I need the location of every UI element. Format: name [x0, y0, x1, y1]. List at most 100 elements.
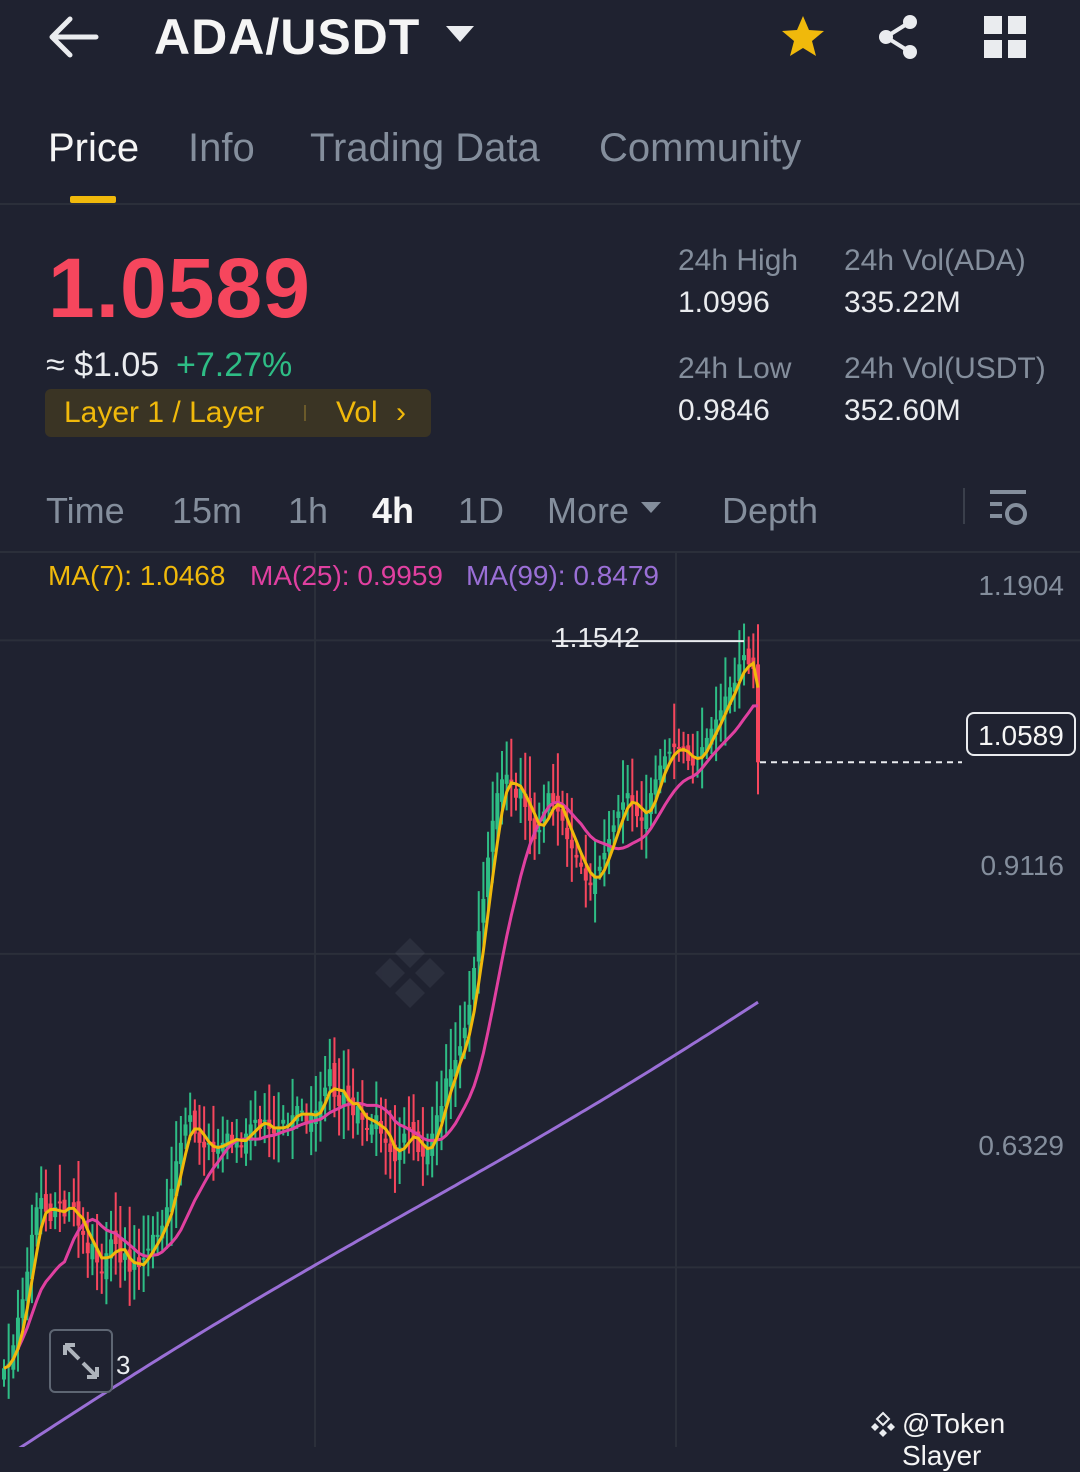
share-button[interactable] — [874, 12, 924, 62]
chart-settings-button[interactable] — [986, 486, 1030, 530]
candle-body — [71, 1202, 76, 1208]
price-change: +7.27% — [176, 346, 293, 384]
chart-settings-icon — [990, 490, 1027, 525]
binance-watermark — [375, 938, 445, 1008]
candle-body — [90, 1244, 95, 1260]
ma7-legend: MA(7): 1.0468 — [48, 560, 226, 591]
candle-body — [458, 1046, 463, 1056]
share-icon — [879, 15, 917, 59]
candle-body — [639, 817, 644, 821]
candle-body — [332, 1062, 337, 1097]
candle-body — [323, 1087, 328, 1097]
current-price-tag: 1.0589 — [966, 712, 1076, 756]
candle-body — [62, 1199, 67, 1217]
interval-1h[interactable]: 1h — [288, 490, 328, 532]
candle-body — [583, 868, 588, 881]
candle-body — [141, 1257, 146, 1260]
candle-body — [309, 1115, 314, 1132]
chart-grid — [0, 553, 1080, 1447]
candle-body — [667, 751, 672, 754]
last-price: 1.0589 — [48, 241, 311, 335]
candle-body — [388, 1143, 393, 1153]
candle-body — [490, 820, 495, 852]
candle-body — [676, 746, 681, 749]
ma25-line — [3, 704, 759, 1370]
candle-body — [742, 655, 747, 661]
vol-ada-value: 335.22M — [844, 286, 961, 319]
candle-body — [244, 1133, 249, 1154]
candle-body — [476, 931, 481, 962]
interval-more[interactable]: More — [547, 490, 629, 532]
candle-body — [43, 1194, 48, 1212]
interval-15m[interactable]: 15m — [172, 490, 242, 532]
candle-body — [327, 1069, 332, 1087]
candlestick-chart[interactable] — [0, 553, 1080, 1447]
current-price-tag-text: 1.0589 — [978, 720, 1064, 751]
vol-ada-label: 24h Vol(ADA) — [844, 244, 1026, 277]
candle-body — [537, 829, 542, 833]
watermark-text: @Token Slayer — [902, 1408, 1006, 1471]
interval-time[interactable]: Time — [46, 490, 125, 532]
candle-body — [602, 852, 607, 860]
pair-title[interactable]: ADA/USDT — [154, 8, 420, 66]
candle-body — [588, 882, 593, 886]
high-label: 24h High — [678, 244, 799, 277]
candle-body — [653, 779, 658, 795]
tab-community[interactable]: Community — [599, 126, 801, 171]
interval-1d[interactable]: 1D — [458, 490, 504, 532]
grid-icon — [984, 16, 1026, 58]
vol-usdt-value: 352.60M — [844, 394, 961, 427]
candle-body — [337, 1095, 342, 1107]
candle-body — [383, 1138, 388, 1143]
tab-info[interactable]: Info — [188, 126, 255, 171]
axis-label-top: 1.1904 — [978, 570, 1064, 601]
candle-body — [500, 779, 505, 802]
candle-body — [188, 1115, 193, 1122]
candle-body — [281, 1119, 286, 1124]
candle-body — [262, 1119, 267, 1122]
binance-logo-icon — [871, 1411, 895, 1437]
candle-body — [565, 827, 570, 840]
pair-dropdown-icon[interactable] — [446, 26, 474, 42]
candle-body — [351, 1097, 356, 1116]
candle-body — [239, 1145, 244, 1148]
candle-body — [253, 1119, 258, 1123]
candle-body — [574, 854, 579, 858]
interval-4h[interactable]: 4h — [372, 490, 414, 532]
candle-body — [504, 774, 509, 784]
tab-trading-data[interactable]: Trading Data — [310, 126, 540, 171]
candles — [2, 623, 760, 1399]
candle-body — [85, 1242, 90, 1254]
candle-body — [569, 839, 574, 849]
candle-body — [621, 802, 626, 810]
tab-divider — [0, 203, 1080, 205]
candle-body — [513, 788, 518, 798]
candle-body — [495, 793, 500, 830]
layout-button[interactable] — [982, 14, 1028, 60]
tab-price[interactable]: Price — [48, 126, 139, 171]
candle-body — [616, 811, 621, 818]
expand-icon — [63, 1343, 99, 1379]
candle-body — [183, 1124, 188, 1136]
candle-body — [369, 1124, 374, 1135]
high-value: 1.0996 — [678, 286, 770, 319]
interval-depth[interactable]: Depth — [722, 490, 818, 532]
axis-label-mid: 0.9116 — [980, 850, 1064, 881]
candle-body — [81, 1230, 86, 1235]
candle-body — [746, 648, 751, 665]
ma7-line — [3, 660, 760, 1370]
candle-body — [462, 1027, 467, 1039]
favorite-button[interactable] — [778, 12, 828, 62]
tag-divider — [304, 405, 306, 421]
candle-body — [625, 793, 630, 799]
more-dropdown-icon — [641, 502, 661, 513]
expand-chart-button[interactable] — [49, 1329, 113, 1393]
back-button[interactable] — [44, 10, 104, 64]
candle-body — [481, 898, 486, 923]
axis-label-low: 0.6329 — [978, 1130, 1064, 1161]
vol-usdt-label: 24h Vol(USDT) — [844, 352, 1046, 385]
candle-body — [57, 1201, 62, 1204]
candle-body — [202, 1141, 207, 1148]
candle-body — [597, 866, 602, 871]
candle-body — [155, 1234, 160, 1237]
